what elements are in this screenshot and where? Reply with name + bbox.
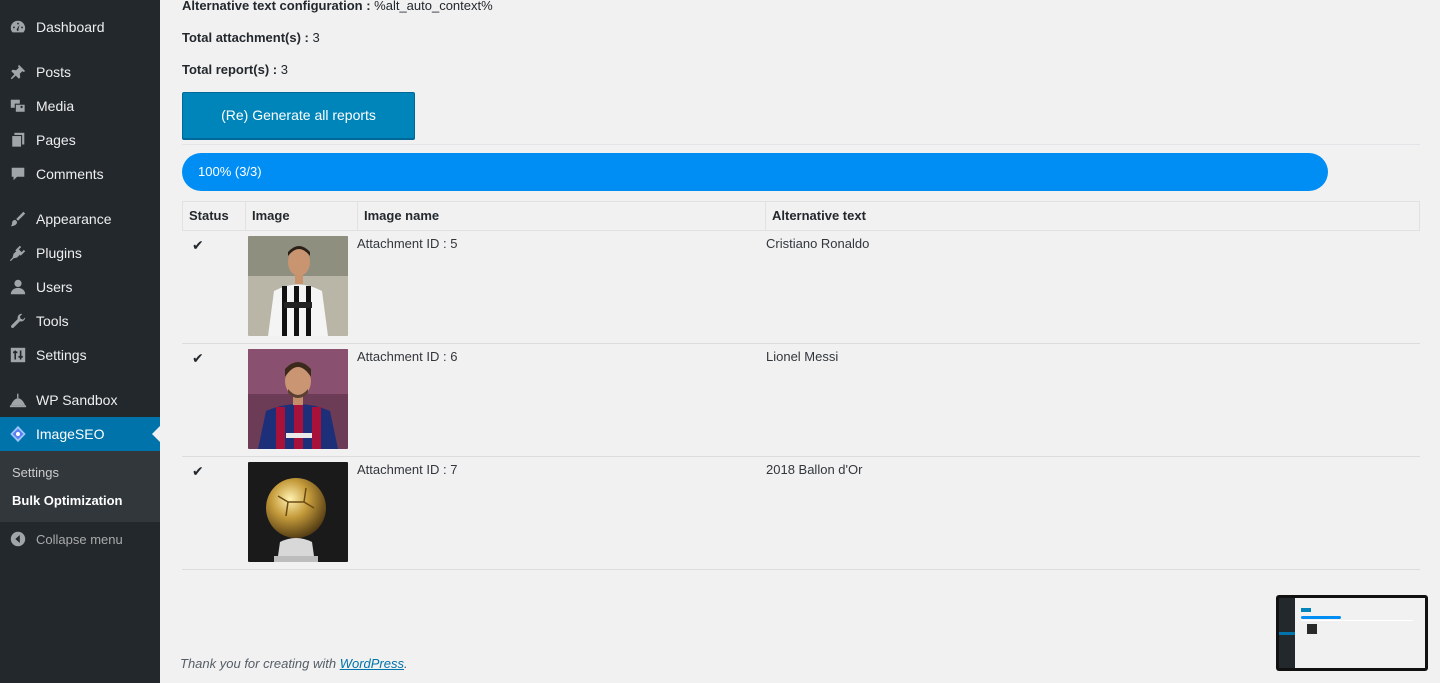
total-reports-line: Total report(s) : 3 <box>182 62 288 77</box>
total-reports-value: 3 <box>280 62 288 77</box>
column-header-alt-text: Alternative text <box>765 202 1419 230</box>
sidebar-item-label: Dashboard <box>36 19 105 35</box>
thumbnail-image[interactable] <box>248 349 348 449</box>
table-row: ✔ Attachment ID : 5 Cristiano Ronaldo <box>182 231 1420 344</box>
status-check-icon: ✔ <box>192 350 204 366</box>
submenu-item-settings[interactable]: Settings <box>12 465 59 480</box>
imageseo-submenu: Settings Bulk Optimization <box>0 451 160 522</box>
alt-config-value: %alt_auto_context% <box>374 0 493 13</box>
dashboard-icon <box>9 18 27 36</box>
collapse-arrow-icon <box>9 530 27 548</box>
footer-text: Thank you for creating with <box>180 656 337 671</box>
total-attachments-label: Total attachment(s) : <box>182 30 309 45</box>
generate-reports-button[interactable]: (Re) Generate all reports <box>182 92 415 139</box>
sidebar-item-label: Media <box>36 98 75 114</box>
progress-text: 100% (3/3) <box>198 164 262 179</box>
plugin-icon <box>9 244 27 262</box>
table-row: ✔ Attachment ID : 7 2018 Ballon d'Or <box>182 457 1420 570</box>
preview-table-line <box>1301 620 1413 621</box>
sidebar-item-label: Comments <box>36 166 104 182</box>
sidebar-item-pages[interactable]: Pages <box>0 123 160 157</box>
alt-config-line: Alternative text configuration : %alt_au… <box>182 0 493 13</box>
users-icon <box>9 278 27 296</box>
sidebar-item-plugins[interactable]: Plugins <box>0 236 160 270</box>
submenu-item-bulk-optimization[interactable]: Bulk Optimization <box>12 493 123 508</box>
sidebar-item-label: WP Sandbox <box>36 392 118 408</box>
thumbnail-image[interactable] <box>248 462 348 562</box>
screen-preview-thumbnail[interactable] <box>1276 595 1428 671</box>
footer-thanks: Thank you for creating with WordPress. <box>180 656 408 671</box>
sidebar-item-label: Tools <box>36 313 69 329</box>
column-header-image: Image <box>245 202 357 230</box>
preview-active-item <box>1279 632 1295 635</box>
sidebar-item-comments[interactable]: Comments <box>0 157 160 191</box>
sidebar-item-imageseo[interactable]: ImageSEO <box>0 417 160 451</box>
table-row: ✔ Attachment ID : 6 Lionel Messi <box>182 344 1420 457</box>
wordpress-link[interactable]: WordPress <box>340 656 404 671</box>
footer-suffix: . <box>404 656 408 671</box>
sidebar-item-settings[interactable]: Settings <box>0 338 160 372</box>
table-header: Status Image Image name Alternative text <box>182 201 1420 231</box>
imageseo-logo-icon <box>9 425 27 443</box>
total-reports-label: Total report(s) : <box>182 62 278 77</box>
thumbnail-image[interactable] <box>248 236 348 336</box>
sidebar-item-label: ImageSEO <box>36 426 105 442</box>
sidebar-item-media[interactable]: Media <box>0 89 160 123</box>
sandbox-icon <box>9 391 27 409</box>
preview-button <box>1301 608 1311 612</box>
admin-sidebar: Dashboard Posts Media Pages Comments App… <box>0 0 160 683</box>
active-menu-arrow <box>152 426 160 442</box>
column-header-status: Status <box>189 208 229 223</box>
image-name-cell: Attachment ID : 5 <box>357 236 458 251</box>
wrench-icon <box>9 312 27 330</box>
sidebar-item-wp-sandbox[interactable]: WP Sandbox <box>0 383 160 417</box>
preview-thumbnail <box>1307 624 1317 634</box>
pages-icon <box>9 131 27 149</box>
column-header-image-name: Image name <box>357 202 765 230</box>
sidebar-item-label: Plugins <box>36 245 82 261</box>
alt-text-cell: 2018 Ballon d'Or <box>766 462 863 477</box>
brush-icon <box>9 210 27 228</box>
sidebar-item-posts[interactable]: Posts <box>0 55 160 89</box>
status-check-icon: ✔ <box>192 237 204 253</box>
image-name-cell: Attachment ID : 6 <box>357 349 458 364</box>
media-icon <box>9 97 27 115</box>
comments-icon <box>9 165 27 183</box>
alt-text-cell: Cristiano Ronaldo <box>766 236 870 251</box>
collapse-menu-button[interactable]: Collapse menu <box>0 522 160 556</box>
sidebar-item-users[interactable]: Users <box>0 270 160 304</box>
total-attachments-line: Total attachment(s) : 3 <box>182 30 320 45</box>
preview-progress <box>1301 616 1341 619</box>
sidebar-item-label: Appearance <box>36 211 112 227</box>
sidebar-item-label: Users <box>36 279 73 295</box>
sidebar-item-label: Posts <box>36 64 72 80</box>
pin-icon <box>9 63 27 81</box>
sidebar-item-label: Pages <box>36 132 76 148</box>
settings-sliders-icon <box>9 346 27 364</box>
sidebar-item-label: Settings <box>36 347 87 363</box>
image-name-cell: Attachment ID : 7 <box>357 462 458 477</box>
progress-bar: 100% (3/3) <box>182 153 1328 191</box>
collapse-menu-label: Collapse menu <box>36 531 123 547</box>
sidebar-item-tools[interactable]: Tools <box>0 304 160 338</box>
sidebar-item-dashboard[interactable]: Dashboard <box>0 10 160 44</box>
alt-config-label: Alternative text configuration : <box>182 0 371 13</box>
report-table: Status Image Image name Alternative text… <box>182 201 1420 570</box>
divider <box>182 144 1420 145</box>
preview-canvas <box>1279 598 1425 668</box>
sidebar-item-appearance[interactable]: Appearance <box>0 202 160 236</box>
alt-text-cell: Lionel Messi <box>766 349 839 364</box>
total-attachments-value: 3 <box>312 30 320 45</box>
status-check-icon: ✔ <box>192 463 204 479</box>
